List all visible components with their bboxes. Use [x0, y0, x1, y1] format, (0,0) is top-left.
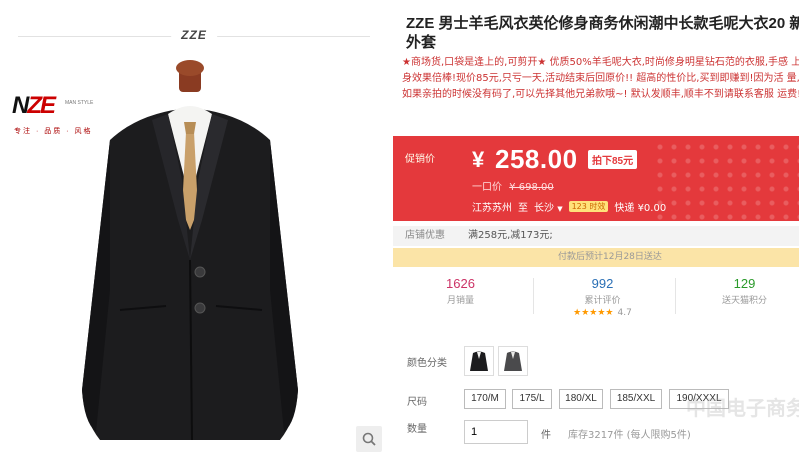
product-info: ZZE 男士羊毛风衣英伦修身商务休闲潮中长款毛呢大衣20 新款外套 ★商场货,口… — [388, 0, 799, 457]
ship-from: 江苏苏州 — [472, 203, 512, 214]
size-option-185[interactable]: 185/XXL — [610, 389, 662, 409]
rating-stars: ★★★★★ 4.7 — [573, 308, 632, 318]
delivery-estimate-text: 付款后预计12月28日送达 — [558, 252, 662, 262]
review-count: 992 — [591, 276, 614, 291]
promo-price-label: 促销价 — [405, 154, 435, 165]
review-label: 累计评价 — [584, 296, 621, 306]
product-title: ZZE 男士羊毛风衣英伦修身商务休闲潮中长款毛呢大衣20 新款外套 — [406, 15, 799, 51]
size-option-180[interactable]: 180/XL — [559, 389, 603, 409]
original-price: ¥ 698.00 — [509, 182, 554, 193]
product-gallery: ZZE NZE MAN STYLE 专注 · 品质 · 风格 — [0, 0, 388, 457]
quantity-input[interactable] — [464, 420, 528, 444]
zoom-button[interactable] — [356, 426, 382, 452]
price-panel-pattern — [653, 136, 799, 221]
ship-to-label: 至 — [518, 203, 528, 214]
product-image — [82, 60, 298, 441]
original-price-label: 一口价 — [472, 182, 502, 193]
coat-thumbnail-icon — [470, 351, 488, 371]
store-promotion-value: 满258元,减173元; — [468, 230, 553, 241]
size-option-190[interactable]: 190/XXXL — [669, 389, 729, 409]
quantity-unit: 件 — [541, 430, 551, 441]
price-panel: 促销价 ¥ 258.00 拍下85元 一口价 ¥ 698.00 江苏苏州 至 长… — [393, 136, 799, 221]
stat-monthly-sales: 1626 月销量 — [393, 276, 528, 306]
points-count: 129 — [733, 276, 756, 291]
size-label: 尺码 — [407, 397, 427, 408]
delivery-badge: 123 时效 — [568, 201, 609, 212]
rating-score: 4.7 — [617, 308, 632, 318]
original-price-row: 一口价 ¥ 698.00 — [472, 178, 554, 193]
store-promotion: 店铺优惠 满258元,减173元; — [393, 226, 799, 246]
stat-divider — [533, 278, 534, 314]
ship-to-select[interactable]: 长沙 ▼ — [534, 199, 563, 214]
discount-tag: 拍下85元 — [588, 150, 638, 169]
currency-symbol: ¥ — [472, 147, 485, 172]
size-option-175[interactable]: 175/L — [512, 389, 552, 409]
delivery-estimate: 付款后预计12月28日送达 — [393, 248, 799, 267]
chevron-down-icon: ▼ — [557, 205, 563, 213]
points-label: 送天猫积分 — [721, 296, 767, 306]
size-option-170[interactable]: 170/M — [464, 389, 506, 409]
gallery-brand: ZZE — [171, 28, 217, 42]
promo-price: 258.00 — [495, 144, 578, 174]
stat-reviews[interactable]: 992 累计评价 ★★★★★ 4.7 — [535, 276, 670, 318]
color-swatch-black[interactable] — [464, 346, 494, 376]
store-promotion-label: 店铺优惠 — [405, 230, 445, 241]
coat-thumbnail-icon — [504, 351, 522, 371]
color-swatch-gray[interactable] — [498, 346, 528, 376]
magnifier-icon — [362, 432, 376, 446]
shipping-fee: 快递 ¥0.00 — [614, 203, 667, 214]
color-label: 颜色分类 — [407, 358, 447, 369]
stock-info: 库存3217件 (每人限购5件) — [568, 430, 691, 441]
stat-points: 129 送天猫积分 — [677, 276, 799, 306]
brand-logo-mark: NZE — [12, 92, 56, 119]
quantity-label: 数量 — [407, 424, 427, 435]
product-stats: 1626 月销量 992 累计评价 ★★★★★ 4.7 129 送天猫积分 — [393, 272, 799, 332]
stat-divider — [675, 278, 676, 314]
shipping-row: 江苏苏州 至 长沙 ▼ 123 时效 快递 ¥0.00 — [472, 199, 666, 214]
monthly-sales-count: 1626 — [446, 276, 475, 291]
monthly-sales-label: 月销量 — [446, 296, 474, 306]
product-description: ★商场货,口袋是逢上的,可剪开★ 优质50%羊毛呢大衣,时尚修身明星钻石范的衣服… — [402, 57, 799, 100]
